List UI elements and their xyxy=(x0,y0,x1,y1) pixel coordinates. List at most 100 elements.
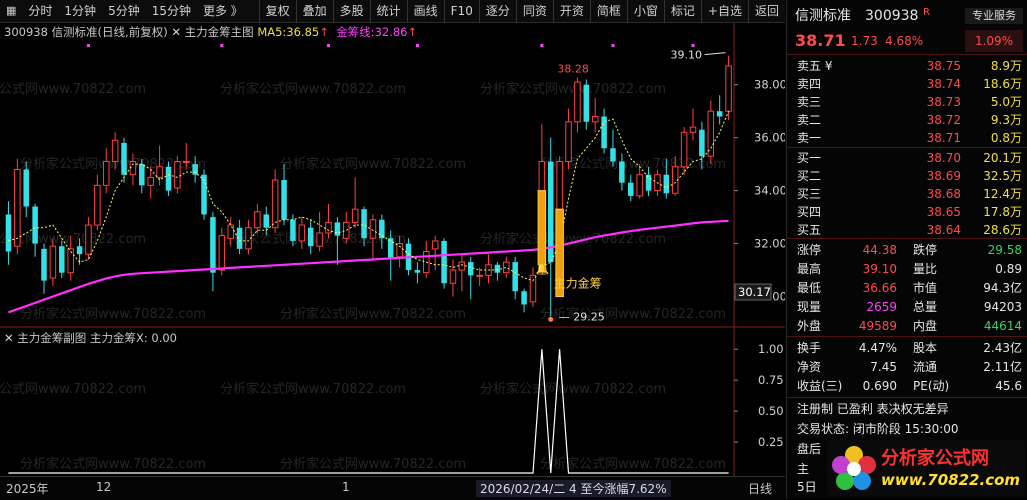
watermark-text: 分析家公式网www.70822.com xyxy=(20,456,206,472)
candle-body xyxy=(49,245,57,279)
open-capital-button[interactable]: 开资 xyxy=(552,0,590,22)
period-1min-tab[interactable]: 1分钟 xyxy=(58,0,102,22)
candle-body xyxy=(680,131,688,168)
bid-price: 38.68 xyxy=(926,187,961,201)
candle-body xyxy=(111,139,119,162)
watermark-layer: 分析家公式网www.70822.com 分析家公式网www.70822.com 分析… xyxy=(0,81,726,472)
adjust-price-button[interactable]: 复权 xyxy=(258,0,296,22)
small-window-button[interactable]: 小窗 xyxy=(626,0,664,22)
stat-label: 股本 xyxy=(913,341,938,355)
period-label[interactable]: 日线 xyxy=(748,480,772,497)
candle-body xyxy=(281,180,287,220)
period-intraday-tab[interactable]: 分时 xyxy=(22,0,58,22)
bid-row[interactable]: 买一 38.70 20.1万 xyxy=(787,150,1027,167)
stat-label: 换手 xyxy=(797,341,822,355)
period-15min-tab[interactable]: 15分钟 xyxy=(146,0,197,22)
bid-row[interactable]: 买五 38.64 28.6万 xyxy=(787,222,1027,239)
ask-row[interactable]: 卖一 38.71 0.8万 xyxy=(787,130,1027,147)
multi-stock-button[interactable]: 多股 xyxy=(332,0,370,22)
candle-body xyxy=(263,214,270,228)
brand-url: www.70822.com xyxy=(881,471,1021,489)
overlay-button[interactable]: 叠加 xyxy=(295,0,333,22)
stat-label: 市值 xyxy=(913,281,938,295)
stat-value: 0.89 xyxy=(995,262,1022,276)
statistics-button[interactable]: 统计 xyxy=(369,0,407,22)
kline-chart[interactable]: 分析家公式网www.70822.com 分析家公式网www.70822.com 分析… xyxy=(0,23,785,476)
stat-value: 49589 xyxy=(858,319,897,333)
stat-label: 最高 xyxy=(797,262,822,276)
stats-row: 收益(三) 0.690 PE(动) 45.6 xyxy=(787,378,1027,395)
legend-indicator[interactable]: 主力金筹主图 xyxy=(185,25,254,39)
candle-body xyxy=(174,160,181,189)
ask-row[interactable]: 卖四 38.74 18.6万 xyxy=(787,76,1027,93)
bid-label: 买四 xyxy=(797,205,822,219)
watermark-text: 分析家公式网www.70822.com xyxy=(20,306,206,322)
candle-body xyxy=(351,208,359,223)
add-watchlist-button[interactable]: +自选 xyxy=(700,0,748,22)
cursor-date-label: 2026/02/24/二 4 至今涨幅7.62% xyxy=(476,480,671,497)
sub-indicator[interactable]: 主力金筹副图 xyxy=(17,331,86,345)
jc-line-label: 金筹线: xyxy=(336,25,375,39)
sub-legend: ✕ 主力金筹副图 主力金筹X: 0.00 xyxy=(4,330,177,346)
pro-service-button[interactable]: 专业服务 xyxy=(965,8,1023,24)
ask-price: 38.71 xyxy=(926,131,961,145)
bid-label: 买三 xyxy=(797,187,822,201)
period-more-tab[interactable]: 更多 》 xyxy=(197,0,249,22)
top-marker xyxy=(86,44,90,47)
candle-body xyxy=(707,110,715,157)
main-legend: 300938 信测标准(日线,前复权) ✕ 主力金筹主图 MA5:36.85↑ … xyxy=(4,24,417,40)
bid-label: 买一 xyxy=(797,151,822,165)
stats-row: 换手 4.47% 股本 2.43亿 xyxy=(787,340,1027,357)
ma5-line xyxy=(8,111,730,282)
jc-line-value: 32.86 xyxy=(374,25,408,39)
price-tick-label: 34.00 xyxy=(754,184,785,198)
sub-x-line xyxy=(8,349,729,474)
stat-value: 2.43亿 xyxy=(983,341,1022,355)
stats-row: 净资 7.45 流通 2.11亿 xyxy=(787,359,1027,376)
bid-row[interactable]: 买二 38.69 32.5万 xyxy=(787,168,1027,185)
sub-tick-label: 0.50 xyxy=(758,404,784,418)
period-5min-tab[interactable]: 5分钟 xyxy=(102,0,146,22)
quote-header: 信测标准 300938 R 专业服务 xyxy=(787,6,1027,26)
bid-volume: 28.6万 xyxy=(983,223,1022,237)
candle-body xyxy=(494,264,501,273)
stat-label: 最低 xyxy=(797,281,822,295)
info-text-4: 主 xyxy=(797,462,810,476)
info-text-2: 交易状态: 闭市阶段 15:30:00 xyxy=(797,422,959,436)
divider xyxy=(787,147,1027,148)
price-tick-label: 38.00 xyxy=(754,78,785,92)
stat-value: 45.6 xyxy=(995,379,1022,393)
candle-body xyxy=(636,174,643,197)
mark-button[interactable]: 标记 xyxy=(663,0,701,22)
month-12-label: 12 xyxy=(96,480,112,494)
draw-line-button[interactable]: 画线 xyxy=(406,0,444,22)
ma5-value: 36.85 xyxy=(286,25,320,39)
back-button[interactable]: 返回 xyxy=(747,0,785,22)
ask-row[interactable]: 卖五 ¥ 38.75 8.9万 xyxy=(787,58,1027,75)
mid-high-label: 38.28 xyxy=(557,62,589,75)
stat-value: 4.47% xyxy=(858,341,897,355)
candle-body xyxy=(431,240,439,250)
same-capital-button[interactable]: 同资 xyxy=(515,0,553,22)
stats-row: 现量 2659 总量 94203 xyxy=(787,299,1027,316)
ask-row[interactable]: 卖三 38.73 5.0万 xyxy=(787,94,1027,111)
f10-button[interactable]: F10 xyxy=(443,0,479,22)
ask-row[interactable]: 卖二 38.72 9.3万 xyxy=(787,112,1027,129)
minute-by-minute-button[interactable]: 逐分 xyxy=(478,0,516,22)
stat-label: 总量 xyxy=(913,300,938,314)
sub-tick-label: 0.75 xyxy=(758,373,784,387)
stat-label: 跌停 xyxy=(913,243,938,257)
legend-close-icon[interactable]: ✕ xyxy=(171,25,181,39)
bid-row[interactable]: 买三 38.68 12.4万 xyxy=(787,186,1027,203)
bid-volume: 12.4万 xyxy=(983,187,1022,201)
ask-label: 卖四 xyxy=(797,77,822,91)
simple-frame-button[interactable]: 简框 xyxy=(589,0,627,22)
divider xyxy=(787,54,1027,55)
watermark-text: 分析家公式网www.70822.com xyxy=(0,81,146,97)
sub-close-icon[interactable]: ✕ xyxy=(4,331,14,345)
bid-row[interactable]: 买四 38.65 17.8万 xyxy=(787,204,1027,221)
candle-body xyxy=(156,166,163,178)
divider xyxy=(787,238,1027,239)
toolbar-menu-icon[interactable]: ▦ xyxy=(0,0,22,22)
candle-body xyxy=(5,214,12,252)
